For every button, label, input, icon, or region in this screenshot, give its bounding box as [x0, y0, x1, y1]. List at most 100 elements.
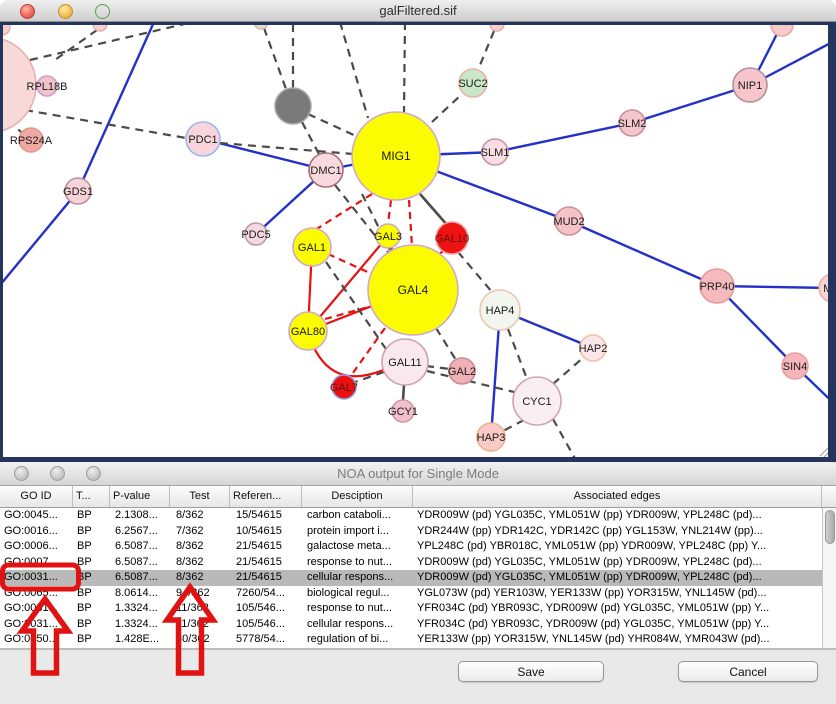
node-RPS24A[interactable]: RPS24A — [10, 128, 53, 152]
cell[interactable]: cellular respons... — [302, 617, 413, 633]
edge-gray-dash[interactable] — [553, 357, 584, 384]
cell[interactable]: BP — [73, 524, 110, 540]
cell[interactable]: 11/362 — [170, 601, 230, 617]
cell[interactable]: cellular respons... — [302, 570, 413, 586]
edge-gray-dash[interactable] — [30, 22, 193, 60]
scrollbar-thumb[interactable] — [825, 510, 835, 544]
save-button[interactable]: Save — [458, 661, 604, 682]
cell[interactable]: GO:0050... — [0, 632, 73, 648]
cell[interactable]: 6.2567... — [110, 524, 170, 540]
cell[interactable]: 105/546... — [230, 617, 302, 633]
node-gray-node[interactable] — [275, 88, 311, 124]
cell[interactable]: 8/362 — [170, 570, 230, 586]
node-GAL80[interactable]: GAL80 — [289, 312, 327, 350]
cell[interactable]: response to nut... — [302, 555, 413, 571]
edge-gray-dash[interactable] — [553, 419, 578, 462]
column-header-desciption[interactable]: Desciption — [302, 486, 413, 507]
node-SIN4[interactable]: SIN4 — [782, 353, 808, 379]
node-circle-gray-node[interactable] — [275, 88, 311, 124]
table-row[interactable]: GO:0016...BP6.2567...7/36210/54615protei… — [0, 524, 822, 540]
cell[interactable]: GO:0031... — [0, 617, 73, 633]
cell[interactable]: 11/362 — [170, 617, 230, 633]
table-row[interactable]: GO:0031...BP1.3324...11/362105/546...cel… — [0, 617, 822, 633]
node-GDS1[interactable]: GDS1 — [63, 178, 93, 204]
column-header-test[interactable]: Test — [170, 486, 230, 507]
cell[interactable]: 21/54615 — [230, 539, 302, 555]
cell[interactable]: YFR034C (pd) YBR093C, YDR009W (pd) YGL03… — [413, 601, 822, 617]
edge-blue[interactable] — [0, 191, 78, 290]
cell[interactable]: 5778/54... — [230, 632, 302, 648]
node-PDC5[interactable]: PDC5 — [241, 223, 270, 245]
table-row[interactable]: GO:0031...BP6.5087...8/36221/54615cellul… — [0, 570, 822, 586]
cell[interactable]: 7260/54... — [230, 586, 302, 602]
node-GAL1[interactable]: GAL1 — [293, 228, 331, 266]
cell[interactable]: YPL248C (pd) YBR018C, YML051W (pp) YDR00… — [413, 539, 822, 555]
cell[interactable]: BP — [73, 601, 110, 617]
cell[interactable]: YDR009W (pd) YGL035C, YML051W (pp) YDR00… — [413, 508, 822, 524]
cell[interactable]: YFR034C (pd) YBR093C, YDR009W (pd) YGL03… — [413, 617, 822, 633]
edge-gray-dash[interactable] — [436, 328, 456, 360]
cell[interactable]: YER133W (pp) YOR315W, YNL145W (pd) YHR08… — [413, 632, 822, 648]
edge-gray-dash[interactable] — [458, 252, 492, 292]
edge-red-dash[interactable] — [409, 200, 412, 246]
table-row[interactable]: GO:0031...BP1.3324...11/362105/546...res… — [0, 601, 822, 617]
cell[interactable]: BP — [73, 555, 110, 571]
cell[interactable]: GO:0065... — [0, 586, 73, 602]
edge-gray-dash[interactable] — [426, 366, 450, 369]
network-canvas[interactable]: RPL18BRPS24APDC1MIG1DMC1GDS1PDC5GAL1GAL3… — [0, 22, 836, 462]
table-row[interactable]: GO:0045...BP2.1308...8/36215/54615carbon… — [0, 508, 822, 524]
table-row[interactable]: GO:0065...BP8.0614...94/3627260/54...bio… — [0, 586, 822, 602]
cell[interactable]: GO:0006... — [0, 539, 73, 555]
cell[interactable]: YDR009W (pd) YGL035C, YML051W (pp) YDR00… — [413, 570, 822, 586]
edge-blue[interactable] — [78, 22, 154, 191]
node-GCY1[interactable]: GCY1 — [388, 400, 418, 422]
cell[interactable]: regulation of bi... — [302, 632, 413, 648]
cell[interactable]: 7/362 — [170, 524, 230, 540]
cell[interactable]: 105/546... — [230, 601, 302, 617]
node-SLM1[interactable]: SLM1 — [481, 139, 510, 165]
node-GAL3[interactable]: GAL3 — [374, 224, 402, 248]
cell[interactable]: GO:0016... — [0, 524, 73, 540]
node-HAP3[interactable]: HAP3 — [477, 423, 506, 451]
edge-dark[interactable] — [420, 194, 448, 226]
node-HAP2[interactable]: HAP2 — [579, 335, 608, 361]
edge-gray-dash[interactable] — [340, 22, 368, 118]
cell[interactable]: 8/362 — [170, 555, 230, 571]
cancel-button[interactable]: Cancel — [678, 661, 818, 682]
cell[interactable]: BP — [73, 570, 110, 586]
edge-red-dash[interactable] — [350, 328, 385, 377]
node-GAL2[interactable]: GAL2 — [448, 358, 476, 384]
edge-gray-dash[interactable] — [432, 94, 462, 122]
node-DMC1[interactable]: DMC1 — [309, 153, 343, 187]
node-GAL7[interactable]: GAL7 — [330, 375, 358, 399]
cell[interactable]: BP — [73, 617, 110, 633]
edge-blue[interactable] — [569, 221, 717, 286]
cell[interactable]: YGL073W (pd) YER103W, YER133W (pp) YOR31… — [413, 586, 822, 602]
table-row[interactable]: GO:0007...BP6.5087...8/36221/54615respon… — [0, 555, 822, 571]
node-circle-sliver-b[interactable] — [93, 22, 107, 31]
cell[interactable]: 80/362 — [170, 632, 230, 648]
cell[interactable]: protein import i... — [302, 524, 413, 540]
node-circle-sliver-tr[interactable] — [771, 22, 793, 36]
cell[interactable]: 21/54615 — [230, 570, 302, 586]
node-circle-sliver-c[interactable] — [490, 22, 504, 31]
cell[interactable]: 6.5087... — [110, 555, 170, 571]
node-HAP4[interactable]: HAP4 — [480, 290, 520, 330]
cell[interactable]: 10/54615 — [230, 524, 302, 540]
cell[interactable]: GO:0045... — [0, 508, 73, 524]
node-CYC1[interactable]: CYC1 — [513, 377, 561, 425]
cell[interactable]: GO:0031... — [0, 570, 73, 586]
node-circle-sliver-green[interactable] — [254, 22, 268, 29]
node-NIP1[interactable]: NIP1 — [733, 68, 767, 102]
node-PRP40[interactable]: PRP40 — [700, 269, 735, 303]
node-MSI[interactable]: MSI — [819, 274, 836, 302]
cell[interactable]: response to nut... — [302, 601, 413, 617]
edge-gray-dash[interactable] — [264, 28, 286, 89]
cell[interactable]: 8/362 — [170, 539, 230, 555]
cell[interactable]: 2.1308... — [110, 508, 170, 524]
edge-gray-dash[interactable] — [404, 22, 405, 112]
node-SLM2[interactable]: SLM2 — [618, 110, 647, 136]
node-PDC1[interactable]: PDC1 — [186, 122, 220, 156]
noa-window-titlebar[interactable]: NOA output for Single Mode — [0, 462, 836, 486]
column-header-referen-[interactable]: Referen... — [230, 486, 302, 507]
